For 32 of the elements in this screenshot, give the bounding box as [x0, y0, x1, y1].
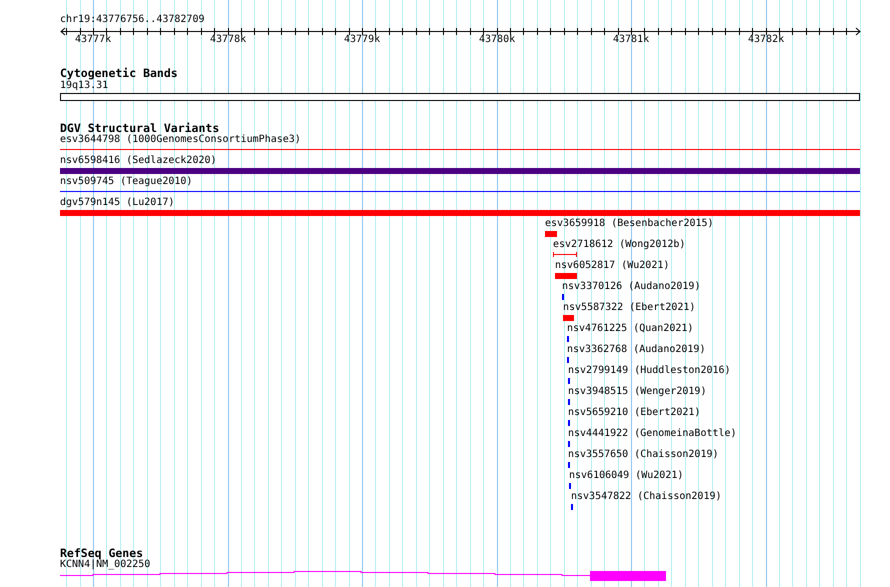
- track-title: RefSeq Genes: [60, 547, 144, 560]
- variant-label: nsv6598416 (Sedlazeck2020): [60, 155, 217, 167]
- tick-label: 43778k: [210, 34, 246, 46]
- variant-label: esv3644798 (1000GenomesConsortiumPhase3): [60, 134, 301, 146]
- variant-label: nsv509745 (Teague2010): [60, 176, 192, 188]
- variant-label: nsv6052817 (Wu2021): [555, 260, 670, 272]
- variant-label: nsv5659210 (Ebert2021): [568, 407, 700, 419]
- track-title: DGV Structural Variants: [60, 122, 220, 135]
- band-label: 19q13.31: [60, 80, 108, 92]
- variant-label: nsv3557650 (Chaisson2019): [568, 449, 719, 461]
- variant-label: nsv5587322 (Ebert2021): [563, 302, 696, 314]
- tick-label: 43782k: [748, 34, 784, 46]
- tick-label: 43780k: [479, 34, 516, 46]
- variant-label: nsv4761225 (Quan2021): [567, 323, 694, 335]
- gene-model-drawing[interactable]: [60, 571, 666, 581]
- variant-label: nsv6106049 (Wu2021): [569, 470, 684, 482]
- variant-label: esv2718612 (Wong2012b): [553, 239, 686, 251]
- track-title: Cytogenetic Bands: [60, 67, 178, 80]
- variant-label: nsv2799149 (Huddleston2016): [568, 365, 731, 377]
- tick-label: 43781k: [613, 34, 650, 46]
- variant-label: nsv3362768 (Audano2019): [567, 344, 706, 356]
- variant-label: nsv4441922 (GenomeinaBottle): [568, 428, 737, 440]
- variant-label: nsv3547822 (Chaisson2019): [571, 491, 722, 503]
- tick-label: 43777k: [75, 34, 112, 46]
- variant-label: nsv3948515 (Wenger2019): [568, 386, 706, 398]
- variant-label: esv3659918 (Besenbacher2015): [545, 218, 714, 230]
- variant-label: dgv579n145 (Lu2017): [60, 197, 174, 209]
- variant-label: nsv3370126 (Audano2019): [562, 281, 700, 293]
- variant-feature[interactable]: [553, 252, 577, 257]
- gene-label: KCNN4|NM_002250: [60, 559, 150, 571]
- tick-label: 43779k: [344, 34, 380, 46]
- location-label: chr19:43776756..43782709: [60, 14, 204, 26]
